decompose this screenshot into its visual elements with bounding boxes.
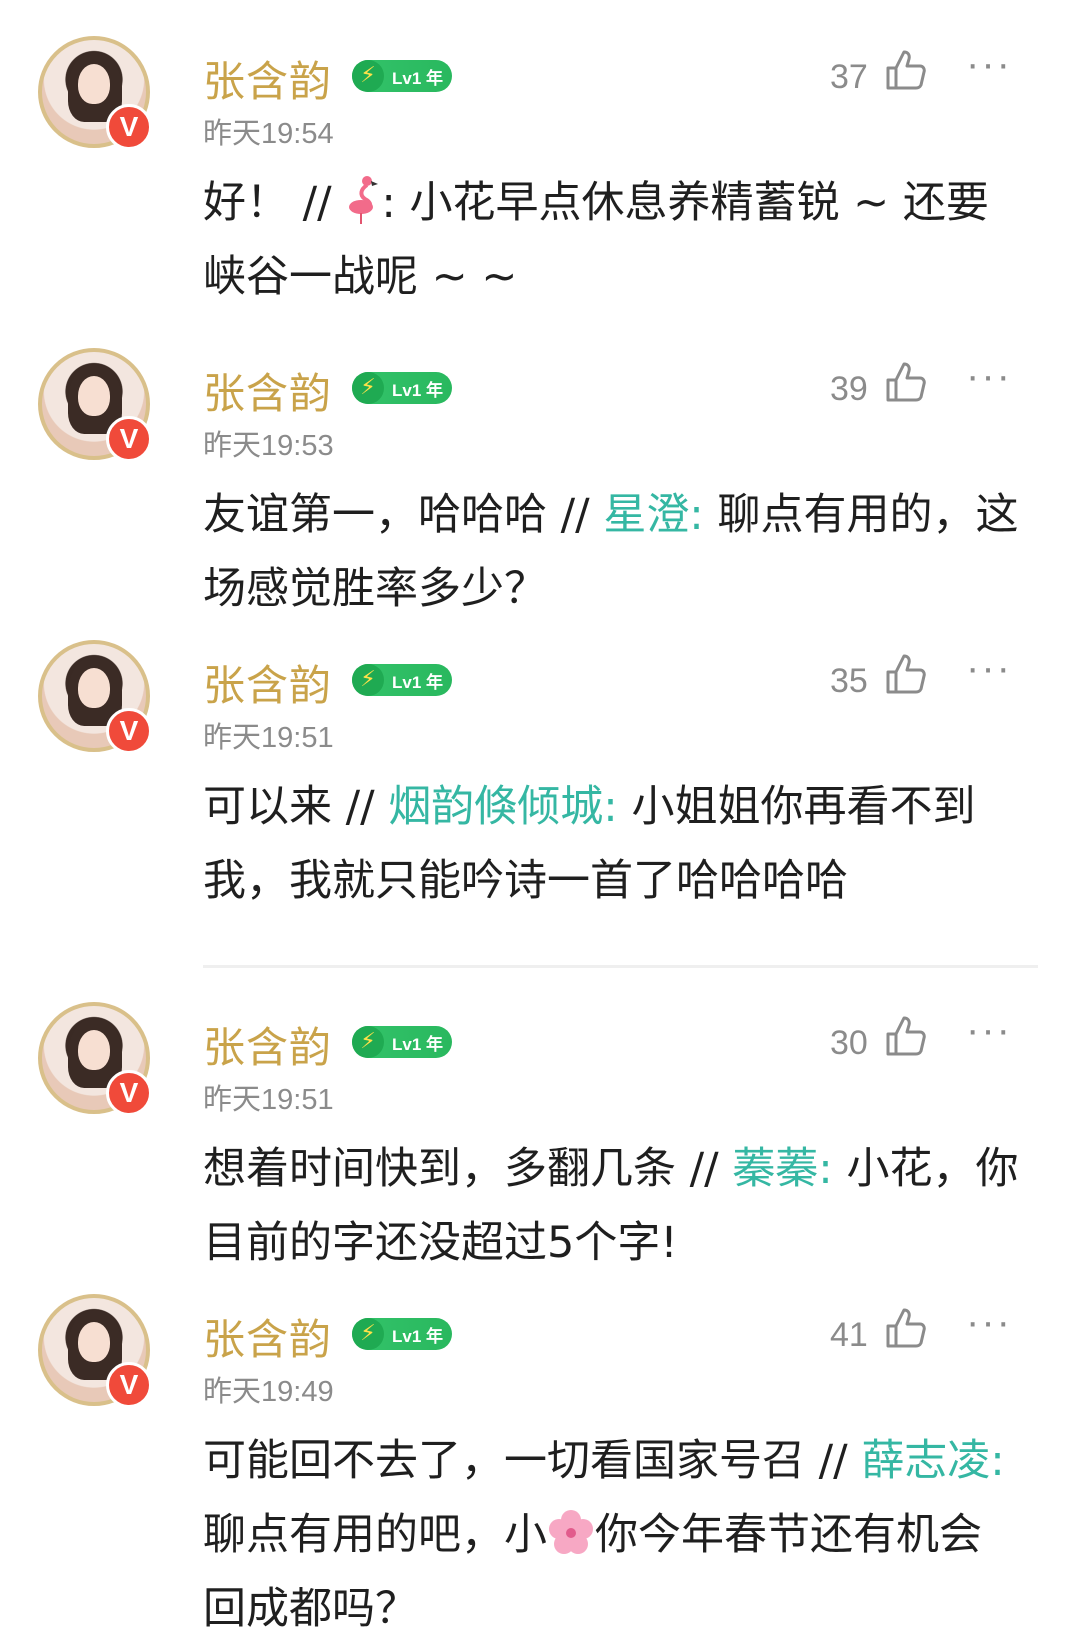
- lightning-icon: ⚡: [352, 1318, 384, 1350]
- thumbs-up-icon[interactable]: [884, 652, 926, 696]
- divider: [203, 965, 1038, 968]
- like-count: 41: [830, 1316, 868, 1354]
- more-dots-icon[interactable]: ···: [966, 1302, 1012, 1342]
- level-badge[interactable]: ⚡ Lv1 年: [352, 1318, 452, 1350]
- user-name[interactable]: 张含韵: [203, 652, 332, 713]
- user-name[interactable]: 张含韵: [203, 48, 332, 109]
- timestamp: 昨天19:51: [203, 722, 334, 754]
- verified-v-icon: V: [106, 416, 152, 462]
- comment-feed: V 张含韵 ⚡ Lv1 年 昨天19:54 37 ··· 好！ // : 小花早…: [0, 0, 1080, 1650]
- level-badge-label: Lv1 年: [392, 672, 444, 692]
- comment-text-part: 好！ //: [203, 178, 346, 228]
- user-name[interactable]: 张含韵: [203, 360, 332, 421]
- thumbs-up-icon[interactable]: [884, 1306, 926, 1350]
- user-name[interactable]: 张含韵: [203, 1306, 332, 1367]
- comment-text-part: 可以来 //: [203, 782, 389, 832]
- verified-v-icon: V: [106, 1362, 152, 1408]
- level-badge[interactable]: ⚡ Lv1 年: [352, 1026, 452, 1058]
- more-dots-icon[interactable]: ···: [966, 1010, 1012, 1050]
- lightning-icon: ⚡: [352, 372, 384, 404]
- cherry-blossom-emoji: [549, 1510, 593, 1554]
- comment-item: V 张含韵 ⚡ Lv1 年 昨天19:51 35 ··· 可以来 // 烟韵倏倾…: [0, 640, 1080, 930]
- timestamp: 昨天19:51: [203, 1084, 334, 1116]
- thumbs-up-icon[interactable]: [884, 1014, 926, 1058]
- level-badge-label: Lv1 年: [392, 1326, 444, 1346]
- level-badge[interactable]: ⚡ Lv1 年: [352, 372, 452, 404]
- comment-text-part: 聊点有用的吧，小: [203, 1510, 547, 1560]
- more-dots-icon[interactable]: ···: [966, 44, 1012, 84]
- like-count: 39: [830, 370, 868, 408]
- comment-text: 可以来 // 烟韵倏倾城: 小姐姐你再看不到我，我就只能吟诗一首了哈哈哈哈: [203, 770, 1023, 918]
- level-badge-label: Lv1 年: [392, 68, 444, 88]
- timestamp: 昨天19:54: [203, 118, 334, 150]
- more-dots-icon[interactable]: ···: [966, 356, 1012, 396]
- thumbs-up-icon[interactable]: [884, 360, 926, 404]
- mention-link[interactable]: 蓁蓁:: [732, 1144, 833, 1194]
- comment-text-part: 想着时间快到，多翻几条 //: [203, 1144, 733, 1194]
- verified-v-icon: V: [106, 104, 152, 150]
- level-badge-label: Lv1 年: [392, 380, 444, 400]
- comment-text: 好！ // : 小花早点休息养精蓄锐 ~ 还要峡谷一战呢 ~ ~: [203, 166, 1023, 314]
- like-count: 30: [830, 1024, 868, 1062]
- comment-text-part: 友谊第一，哈哈哈 //: [203, 490, 604, 540]
- comment-text: 想着时间快到，多翻几条 // 蓁蓁: 小花，你目前的字还没超过5个字!: [203, 1132, 1023, 1280]
- comment-text: 友谊第一，哈哈哈 // 星澄: 聊点有用的，这场感觉胜率多少？: [203, 478, 1023, 626]
- verified-v-icon: V: [106, 1070, 152, 1116]
- comment-item: V 张含韵 ⚡ Lv1 年 昨天19:53 39 ··· 友谊第一，哈哈哈 //…: [0, 348, 1080, 628]
- level-badge[interactable]: ⚡ Lv1 年: [352, 60, 452, 92]
- user-name[interactable]: 张含韵: [203, 1014, 332, 1075]
- mention-link[interactable]: 烟韵倏倾城:: [388, 782, 618, 832]
- level-badge-label: Lv1 年: [392, 1034, 444, 1054]
- comment-text-part: 可能回不去了，一切看国家号召 //: [203, 1436, 862, 1486]
- comment-item: V 张含韵 ⚡ Lv1 年 昨天19:51 30 ··· 想着时间快到，多翻几条…: [0, 1002, 1080, 1268]
- flamingo-emoji: [345, 174, 381, 224]
- more-dots-icon[interactable]: ···: [966, 648, 1012, 688]
- like-count: 37: [830, 58, 868, 96]
- comment-item: V 张含韵 ⚡ Lv1 年 昨天19:49 41 ··· 可能回不去了，一切看国…: [0, 1294, 1080, 1650]
- mention-link[interactable]: 薛志凌:: [861, 1436, 1005, 1486]
- comment-text: 可能回不去了，一切看国家号召 // 薛志凌: 聊点有用的吧，小 你今年春节还有机…: [203, 1424, 1023, 1646]
- verified-v-icon: V: [106, 708, 152, 754]
- level-badge[interactable]: ⚡ Lv1 年: [352, 664, 452, 696]
- lightning-icon: ⚡: [352, 1026, 384, 1058]
- timestamp: 昨天19:53: [203, 430, 334, 462]
- timestamp: 昨天19:49: [203, 1376, 334, 1408]
- comment-item: V 张含韵 ⚡ Lv1 年 昨天19:54 37 ··· 好！ // : 小花早…: [0, 36, 1080, 326]
- like-count: 35: [830, 662, 868, 700]
- lightning-icon: ⚡: [352, 664, 384, 696]
- thumbs-up-icon[interactable]: [884, 48, 926, 92]
- lightning-icon: ⚡: [352, 60, 384, 92]
- mention-link[interactable]: 星澄:: [603, 490, 704, 540]
